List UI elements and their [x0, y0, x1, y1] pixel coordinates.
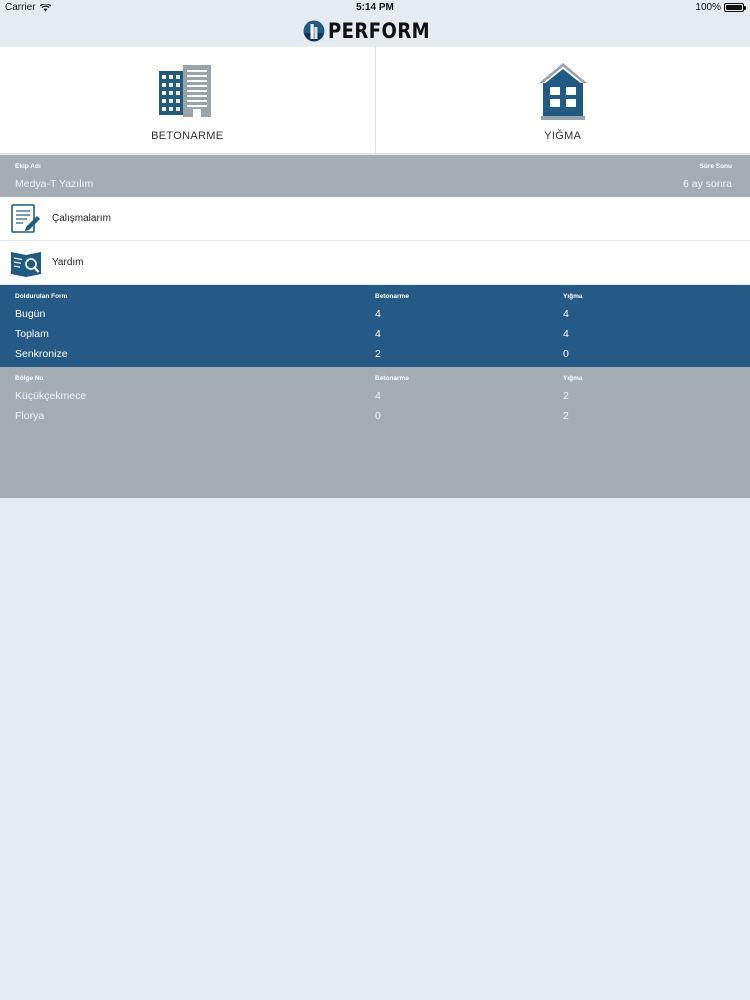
region-row-yigma: 2 — [563, 410, 569, 422]
building-logo-icon — [303, 20, 325, 42]
stats-row-label: Senkronize — [15, 348, 68, 360]
tile-betonarme-label: BETONARME — [151, 130, 224, 142]
stats-header-yigma: Yığma — [563, 293, 583, 300]
app-logo: PERFORM — [303, 19, 447, 43]
menu-item-calismalarim[interactable]: Çalışmalarım — [0, 197, 750, 241]
tile-yigma[interactable]: YIĞMA — [374, 47, 750, 153]
stats-header-form: Doldurulan Form — [15, 293, 68, 300]
battery-fill — [726, 5, 742, 10]
team-info: Ekip Adı Süre Sonu Medya-T Yazılım 6 ay … — [0, 155, 750, 197]
expiry-label: Süre Sonu — [699, 163, 732, 170]
stats-row-yigma: 4 — [563, 308, 569, 320]
stats-row-betonarme: 4 — [375, 328, 381, 340]
region-row-betonarme: 4 — [375, 390, 381, 402]
stats-row-yigma: 4 — [563, 328, 569, 340]
tile-betonarme[interactable]: BETONARME — [0, 47, 375, 153]
regions-header-betonarme: Betonarme — [375, 375, 409, 382]
stats-row-label: Toplam — [15, 328, 49, 340]
status-bar: Carrier 5:14 PM 100% — [0, 0, 750, 16]
stats-row-betonarme: 4 — [375, 308, 381, 320]
region-row-name: Florya — [15, 410, 45, 422]
clock: 5:14 PM — [356, 2, 394, 13]
stats-row-label: Bugün — [15, 308, 46, 320]
menu-item-yardim[interactable]: Yardım — [0, 241, 750, 285]
region-row-yigma: 2 — [563, 390, 569, 402]
form-stats-table: Doldurulan Form Betonarme Yığma Bugün 4 … — [0, 285, 750, 367]
logo-text: PERFORM — [328, 19, 431, 43]
document-edit-icon — [11, 204, 40, 233]
menu-item-calismalarim-label: Çalışmalarım — [52, 213, 111, 224]
tile-yigma-label: YIĞMA — [544, 130, 582, 142]
stats-row-betonarme: 2 — [375, 348, 381, 360]
stats-row-yigma: 0 — [563, 348, 569, 360]
category-tiles: BETONARME YIĞMA — [0, 47, 750, 154]
region-row-betonarme: 0 — [375, 410, 381, 422]
book-search-icon — [11, 252, 41, 277]
battery-percent: 100% — [695, 2, 721, 13]
regions-table: Bölge No Betonarme Yığma Küçükçekmece 4 … — [0, 367, 750, 498]
battery-icon — [724, 3, 746, 12]
office-building-icon — [159, 65, 212, 117]
team-name-value: Medya-T Yazılım — [15, 178, 94, 190]
regions-header-yigma: Yığma — [563, 375, 583, 382]
expiry-value: 6 ay sonra — [682, 178, 732, 190]
regions-header-region: Bölge No — [15, 375, 44, 382]
nav-bar: PERFORM — [0, 16, 750, 46]
menu-item-yardim-label: Yardım — [52, 257, 84, 268]
team-name-label: Ekip Adı — [15, 163, 41, 170]
house-icon — [538, 63, 587, 120]
stats-header-betonarme: Betonarme — [375, 293, 409, 300]
battery-indicator: 100% — [695, 2, 746, 13]
region-row-name: Küçükçekmece — [15, 390, 87, 402]
